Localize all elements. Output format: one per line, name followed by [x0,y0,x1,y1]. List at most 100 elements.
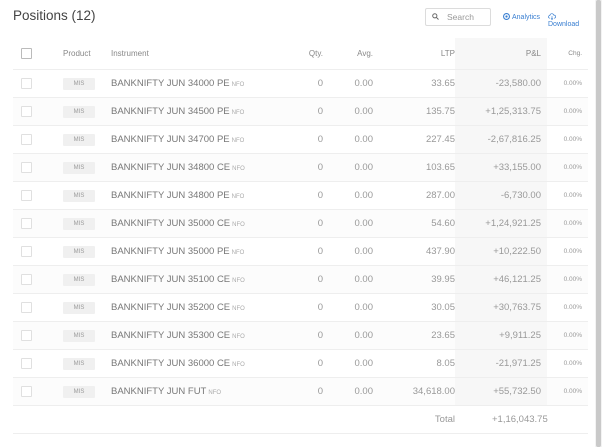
row-checkbox[interactable] [21,329,32,341]
instrument-cell[interactable]: BANKNIFTY JUN 34000 PE NFO [111,69,271,98]
instrument-cell[interactable]: BANKNIFTY JUN 35300 CE NFO [111,321,271,350]
column-header-product[interactable]: Product [41,38,111,70]
search-input[interactable]: Search [425,8,491,26]
instrument-cell[interactable]: BANKNIFTY JUN 35000 PE NFO [111,237,271,266]
position-row[interactable]: MIS BANKNIFTY JUN 34000 PE NFO 0 0.00 33.65 -2… [13,69,588,98]
download-label: Download [548,21,580,28]
exchange-label: NFO [231,138,245,144]
qty-cell: 0 [271,125,323,154]
row-checkbox[interactable] [21,161,32,173]
avg-cell: 0.00 [323,377,373,406]
instrument-name: BANKNIFTY JUN 35000 CE [111,218,231,229]
row-checkbox[interactable] [21,385,32,397]
analytics-icon [503,13,510,20]
exchange-label: NFO [232,334,245,340]
position-row[interactable]: MIS BANKNIFTY JUN 34800 CE NFO 0 0.00 103.65 +… [13,153,588,182]
row-checkbox[interactable] [21,357,32,369]
position-row[interactable]: MIS BANKNIFTY JUN 34500 PE NFO 0 0.00 135.75 +… [13,97,588,126]
position-row[interactable]: MIS BANKNIFTY JUN 34700 PE NFO 0 0.00 227.45-… [13,125,588,154]
pnl-cell: +9,911.25 [455,321,547,350]
total-spacer [271,405,323,434]
exchange-label: NFO [232,166,245,172]
product-cell: MIS [41,237,111,266]
qty-cell: 0 [271,69,323,98]
instrument-cell[interactable]: BANKNIFTY JUN 36000 CE NFO [111,349,271,378]
vertical-scrollbar[interactable] [595,0,602,447]
row-checkbox[interactable] [21,301,32,313]
avg-cell: 0.00 [323,349,373,378]
avg-cell: 0.00 [323,181,373,210]
exchange-label: NFO [232,222,245,228]
row-checkbox[interactable] [21,189,32,201]
column-header-instrument[interactable]: Instrument [111,38,271,70]
product-cell: MIS [41,125,111,154]
select-all-checkbox[interactable] [21,48,32,59]
instrument-name: BANKNIFTY JUN 36000 CE [111,358,231,369]
row-select-cell [13,181,41,210]
product-cell: MIS [41,377,111,406]
instrument-cell[interactable]: BANKNIFTY JUN 34800 PE NFO [111,181,271,210]
product-cell: MIS [41,265,111,294]
chg-cell: 0.00% [547,69,588,98]
column-header-avg[interactable]: Avg. [323,38,373,70]
position-row[interactable]: MIS BANKNIFTY JUN 35200 CE NFO 0 0.00 30.05 +3… [13,293,588,322]
product-badge: MIS [63,302,95,314]
exchange-label: NFO [231,194,245,200]
row-select-cell [13,377,41,406]
instrument-cell[interactable]: BANKNIFTY JUN 35100 CE NFO [111,265,271,294]
column-header-chg[interactable]: Chg. [547,38,588,70]
instrument-name: BANKNIFTY JUN 34000 PE [111,78,230,89]
product-badge: MIS [63,78,95,90]
row-checkbox[interactable] [21,273,32,285]
qty-cell: 0 [271,377,323,406]
instrument-cell[interactable]: BANKNIFTY JUN 34800 CE NFO [111,153,271,182]
download-link[interactable]: Download [548,13,588,28]
product-cell: MIS [41,349,111,378]
qty-cell: 0 [271,237,323,266]
table-header-row: Product Instrument Qty. Avg. LTP P&L Chg… [13,38,588,70]
qty-cell: 0 [271,209,323,238]
row-checkbox[interactable] [21,105,32,117]
instrument-cell[interactable]: BANKNIFTY JUN 34700 PE NFO [111,125,271,154]
position-row[interactable]: MIS BANKNIFTY JUN 36000 CE NFO 0 0.00 8.05 -21… [13,349,588,378]
qty-cell: 0 [271,97,323,126]
product-badge: MIS [63,274,95,286]
position-row[interactable]: MIS BANKNIFTY JUN 35000 PE NFO 0 0.00 437.90 +… [13,237,588,266]
product-badge: MIS [63,106,95,118]
row-checkbox[interactable] [21,77,32,89]
analytics-link[interactable]: Analytics [503,13,540,21]
ltp-cell: 30.05 [373,293,455,322]
pnl-cell: -2,67,816.25 [455,125,547,154]
product-cell: MIS [41,293,111,322]
chg-cell: 0.00% [547,237,588,266]
exchange-label: NFO [231,82,245,88]
ltp-cell: 54.60 [373,209,455,238]
position-row[interactable]: MIS BANKNIFTY JUN FUT NFO 0 0.00 34,618.00 +55… [13,377,588,406]
row-select-cell [13,265,41,294]
row-checkbox[interactable] [21,217,32,229]
row-checkbox[interactable] [21,245,32,257]
pnl-cell: +10,222.50 [455,237,547,266]
position-row[interactable]: MIS BANKNIFTY JUN 35300 CE NFO 0 0.00 23.65 +9… [13,321,588,350]
position-row[interactable]: MIS BANKNIFTY JUN 35000 CE NFO 0 0.00 54.60 +1… [13,209,588,238]
positions-table: Product Instrument Qty. Avg. LTP P&L Chg… [13,38,588,434]
column-header-ltp[interactable]: LTP [373,38,455,70]
instrument-cell[interactable]: BANKNIFTY JUN 35200 CE NFO [111,293,271,322]
product-badge: MIS [63,386,95,398]
qty-cell: 0 [271,265,323,294]
instrument-cell[interactable]: BANKNIFTY JUN FUT NFO [111,377,271,406]
row-checkbox[interactable] [21,133,32,145]
positions-rows: MIS BANKNIFTY JUN 34000 PE NFO 0 0.00 33.65 -2… [13,69,588,406]
total-label: Total [373,405,455,434]
column-header-qty[interactable]: Qty. [271,38,323,70]
instrument-name: BANKNIFTY JUN 34700 PE [111,134,230,145]
qty-cell: 0 [271,181,323,210]
product-cell: MIS [41,321,111,350]
position-row[interactable]: MIS BANKNIFTY JUN 35100 CE NFO 0 0.00 39.95 +4… [13,265,588,294]
instrument-cell[interactable]: BANKNIFTY JUN 35000 CE NFO [111,209,271,238]
position-row[interactable]: MIS BANKNIFTY JUN 34800 PE NFO 0 0.00 287.00-… [13,181,588,210]
total-row: Total +1,16,043.75 [13,405,588,434]
instrument-cell[interactable]: BANKNIFTY JUN 34500 PE NFO [111,97,271,126]
column-header-pnl[interactable]: P&L [455,38,547,70]
scrollbar-thumb[interactable] [596,0,601,447]
